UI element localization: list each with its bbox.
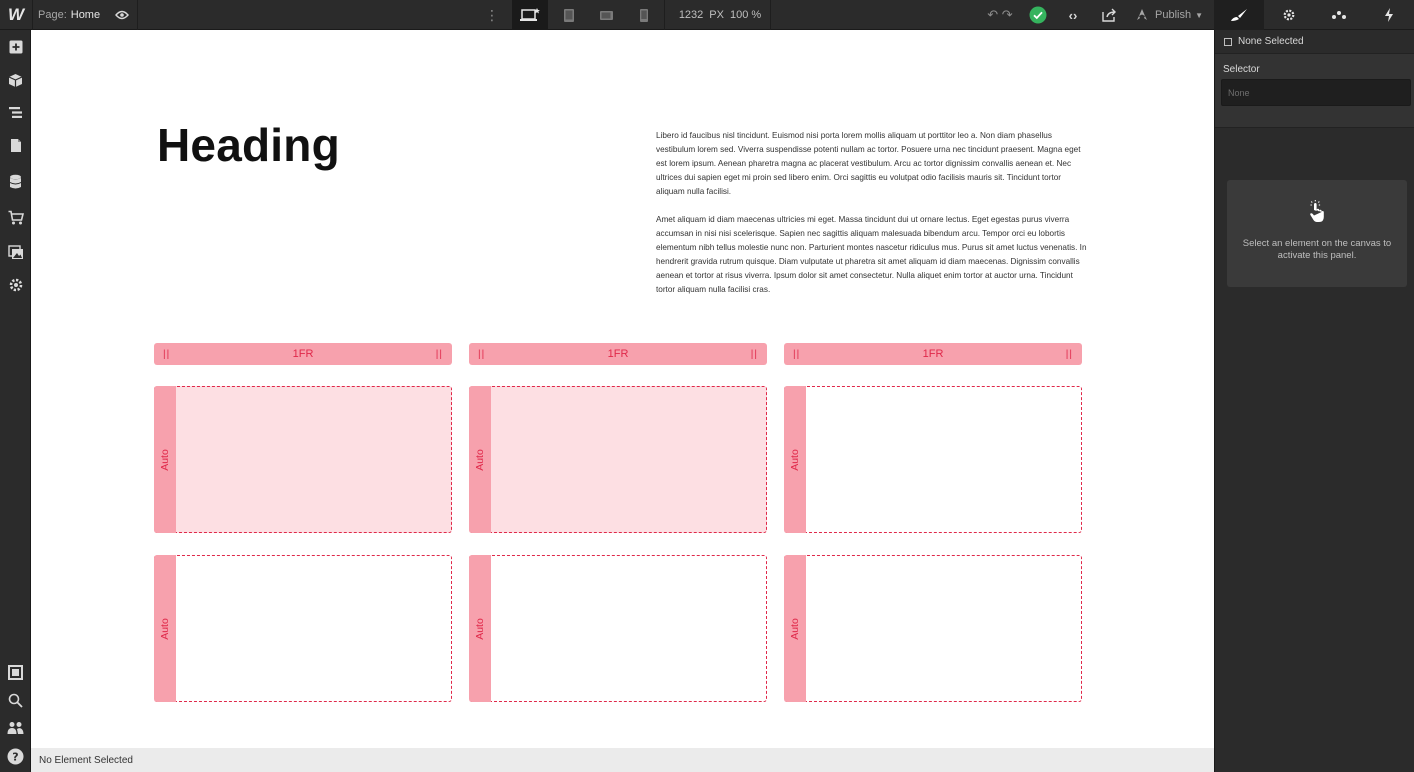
grid-row-handle[interactable]: Auto [154,555,176,702]
row-size-label: Auto [473,448,486,471]
settings-icon[interactable] [0,270,31,300]
gear-icon [1283,9,1295,21]
preview-eye-icon[interactable] [108,0,136,30]
pointer-hand-icon [1310,200,1324,222]
top-bar: W Page: Home ⋮ 1232 PX 100 % ↶ ↷ ‹› Publ… [0,0,1414,30]
selector-input[interactable]: None [1221,79,1411,106]
breakpoint-tablet-icon[interactable] [551,0,587,30]
page-name: Home [70,9,101,21]
grid-column-handle[interactable]: || 1FR || [154,343,452,365]
rocket-icon [1137,9,1147,20]
help-icon[interactable]: ? [0,741,31,771]
paintbrush-icon [1231,9,1247,21]
grid-row-handle[interactable]: Auto [469,555,491,702]
breakpoint-mobile-landscape-icon[interactable] [588,0,624,30]
grid-cell[interactable]: Auto [784,555,1082,702]
column-size-label: 1FR [292,348,314,360]
selection-label: None Selected [1238,36,1304,47]
grid-row-handle[interactable]: Auto [784,386,806,533]
resize-grip-icon[interactable]: || [163,349,170,360]
drops-icon [1332,11,1346,19]
more-options-icon[interactable]: ⋮ [482,0,502,30]
tab-style-manager[interactable] [1214,0,1264,30]
grid-cell[interactable]: Auto [154,555,452,702]
ecommerce-icon[interactable] [0,202,31,232]
navigator-icon[interactable] [0,97,31,127]
row-size-label: Auto [788,617,801,640]
svg-text:?: ? [12,750,18,763]
paragraph-2[interactable]: Amet aliquam id diam maecenas ultricies … [656,213,1088,297]
grid-column-handle[interactable]: || 1FR || [469,343,767,365]
chevron-down-icon: ▼ [1195,10,1203,20]
divider [137,0,138,30]
audit-icon[interactable] [0,657,31,687]
grid-column-handle[interactable]: || 1FR || [784,343,1082,365]
pages-icon[interactable] [0,130,31,160]
resize-grip-icon[interactable]: || [793,349,800,360]
canvas-width: 1232 [678,9,704,21]
resize-grip-icon[interactable]: || [436,349,443,360]
share-icon[interactable] [1094,0,1124,30]
grid-row-handle[interactable]: Auto [154,386,176,533]
grid-row-handle[interactable]: Auto [784,555,806,702]
grid-row-handle[interactable]: Auto [469,386,491,533]
canvas-size-readout: 1232 PX 100 % [672,0,768,30]
collaborators-icon[interactable] [0,713,31,743]
search-icon[interactable] [0,685,31,715]
zoom-level: 100 % [729,9,762,21]
status-text: No Element Selected [39,754,133,766]
cms-icon[interactable] [0,167,31,197]
left-toolbar: ? [0,30,31,772]
breakpoint-mobile-portrait-icon[interactable] [626,0,662,30]
tab-element-settings[interactable] [1264,0,1314,30]
row-size-label: Auto [473,617,486,640]
breakpoint-desktop-icon[interactable] [512,0,548,30]
webflow-logo[interactable]: W [0,0,32,30]
divider [32,0,33,30]
check-status-icon[interactable] [1024,0,1052,30]
element-box-icon [1224,37,1232,46]
style-panel: None Selected Selector None Select an el… [1214,30,1414,772]
divider [770,0,771,30]
selector-label: Selector [1223,64,1260,75]
tab-style-selector[interactable] [1314,0,1364,30]
row-size-label: Auto [788,448,801,471]
resize-grip-icon[interactable]: || [478,349,485,360]
row-size-label: Auto [158,617,171,640]
lightning-icon [1385,8,1393,22]
grid-cell[interactable]: Auto [469,386,767,533]
symbols-icon[interactable] [0,65,31,95]
grid-cell[interactable]: Auto [469,555,767,702]
empty-state-card: Select an element on the canvas to activ… [1227,180,1407,287]
tab-interactions[interactable] [1364,0,1414,30]
publish-button[interactable]: Publish ▼ [1128,0,1210,30]
design-canvas[interactable]: Heading Libero id faucibus nisl tincidun… [31,30,1214,748]
column-size-label: 1FR [607,348,629,360]
empty-state-text: Select an element on the canvas to activ… [1242,238,1392,261]
canvas-unit: PX [709,9,724,21]
assets-icon[interactable] [0,237,31,267]
heading-element[interactable]: Heading [157,118,340,172]
divider [664,0,665,30]
resize-grip-icon[interactable]: || [751,349,758,360]
grid-cell[interactable]: Auto [784,386,1082,533]
undo-redo-buttons[interactable]: ↶ ↷ [978,0,1022,30]
page-selector[interactable]: Page: Home [38,0,100,30]
status-bar: No Element Selected [31,748,1214,772]
selection-indicator: None Selected [1215,30,1414,54]
page-label: Page: [38,9,67,21]
publish-label: Publish [1155,9,1192,21]
paragraph-1[interactable]: Libero id faucibus nisl tincidunt. Euism… [656,129,1088,199]
row-size-label: Auto [158,448,171,471]
add-elements-icon[interactable] [0,32,31,62]
column-size-label: 1FR [922,348,944,360]
grid-cell[interactable]: Auto [154,386,452,533]
resize-grip-icon[interactable]: || [1066,349,1073,360]
selector-section: Selector None [1215,54,1414,128]
code-export-icon[interactable]: ‹› [1058,0,1088,30]
